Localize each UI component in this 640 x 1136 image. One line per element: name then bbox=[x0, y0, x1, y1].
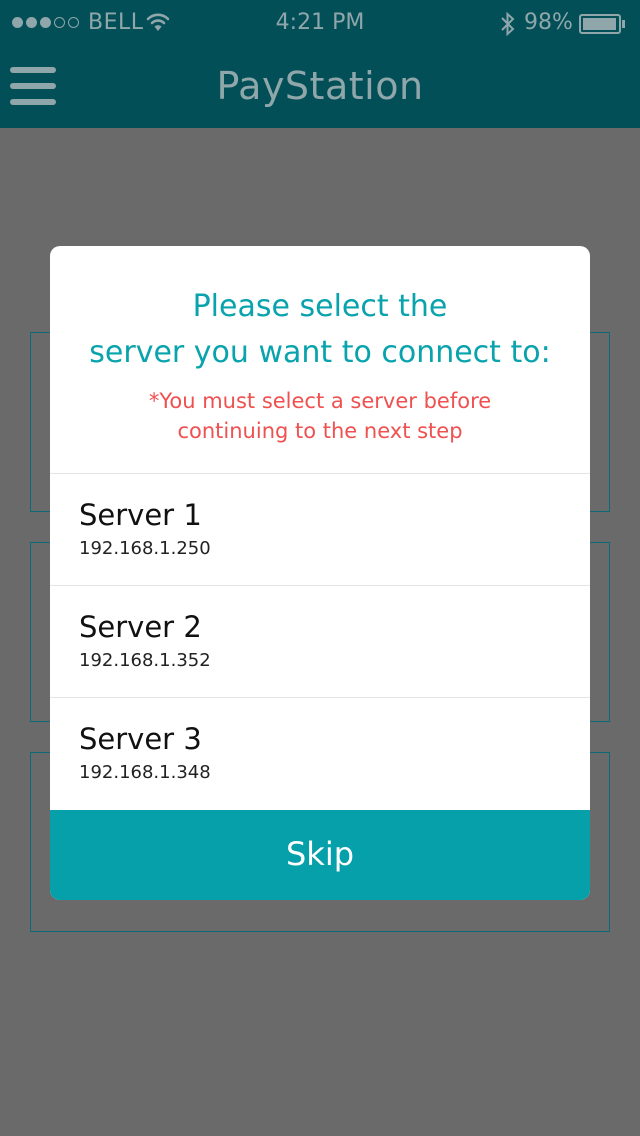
dialog-title-line-2: server you want to connect to: bbox=[89, 335, 551, 370]
dialog-title-line-1: Please select the bbox=[192, 289, 448, 324]
server-select-dialog: Please select the server you want to con… bbox=[50, 246, 590, 900]
skip-button[interactable]: Skip bbox=[50, 810, 590, 900]
battery-icon bbox=[579, 14, 621, 34]
dialog-warning-line-1: *You must select a server before bbox=[148, 389, 492, 413]
server-name: Server 1 bbox=[79, 498, 202, 532]
server-item-2[interactable]: Server 2 192.168.1.352 bbox=[50, 585, 590, 697]
navigation-bar: PayStation bbox=[0, 48, 640, 128]
server-name: Server 2 bbox=[79, 610, 202, 644]
status-bar: BELL 4:21 PM 98% bbox=[0, 0, 640, 48]
server-item-3[interactable]: Server 3 192.168.1.348 bbox=[50, 697, 590, 809]
battery-level-fill bbox=[583, 18, 616, 30]
server-name: Server 3 bbox=[79, 722, 202, 756]
server-ip: 192.168.1.348 bbox=[79, 762, 211, 783]
dialog-warning-line-2: continuing to the next step bbox=[177, 419, 463, 443]
dialog-header: Please select the server you want to con… bbox=[50, 246, 590, 473]
server-ip: 192.168.1.250 bbox=[79, 538, 211, 559]
dialog-title: Please select the server you want to con… bbox=[50, 284, 590, 376]
server-list: Server 1 192.168.1.250 Server 2 192.168.… bbox=[50, 473, 590, 809]
dialog-warning: *You must select a server before continu… bbox=[50, 386, 590, 446]
server-item-1[interactable]: Server 1 192.168.1.250 bbox=[50, 473, 590, 585]
bluetooth-icon bbox=[500, 11, 516, 43]
app-title: PayStation bbox=[216, 64, 424, 108]
battery-tip bbox=[622, 20, 625, 28]
battery-percentage: 98% bbox=[524, 10, 573, 35]
server-ip: 192.168.1.352 bbox=[79, 650, 211, 671]
top-bar: BELL 4:21 PM 98% PayStation bbox=[0, 0, 640, 128]
